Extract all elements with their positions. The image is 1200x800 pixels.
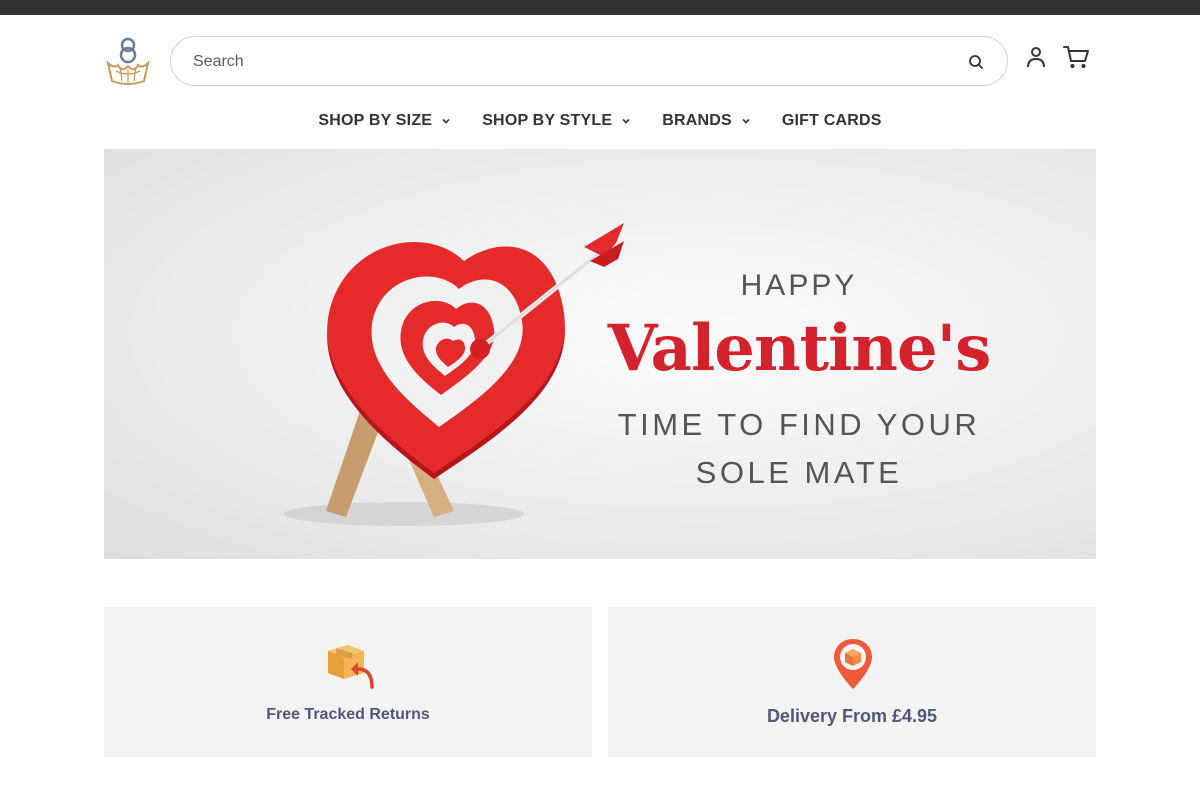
- account-icon[interactable]: [1024, 45, 1048, 69]
- site-header: [0, 15, 1200, 105]
- feature-delivery: Delivery From £4.95: [608, 607, 1096, 757]
- feature-label: Delivery From £4.95: [766, 706, 938, 726]
- search-icon[interactable]: [966, 52, 986, 72]
- hero-line-top: HAPPY: [740, 269, 858, 302]
- nav-shop-by-size[interactable]: SHOP BY SIZE: [318, 112, 452, 130]
- crown-logo[interactable]: [104, 33, 152, 87]
- returns-box-icon: [328, 645, 374, 689]
- top-announcement-bar: [0, 0, 1200, 15]
- feature-label: Free Tracked Returns: [266, 706, 430, 723]
- hero-banner[interactable]: HAPPY Valentine's TIME TO FIND YOUR SOLE…: [104, 149, 1096, 559]
- nav-shop-by-style[interactable]: SHOP BY STYLE: [482, 112, 632, 130]
- chevron-down-icon: [742, 118, 750, 124]
- nav-brands[interactable]: BRANDS: [662, 112, 752, 130]
- hero-headline: Valentine's: [607, 311, 992, 386]
- nav-gift-cards[interactable]: GIFT CARDS: [782, 112, 882, 130]
- cart-icon[interactable]: [1062, 44, 1090, 70]
- hero-line-1: TIME TO FIND YOUR: [617, 407, 981, 442]
- hero-line-2: SOLE MATE: [695, 455, 903, 490]
- search-bar: [170, 36, 1008, 86]
- main-navigation: SHOP BY SIZE SHOP BY STYLE BRANDS GIFT C…: [0, 105, 1200, 137]
- nav-label: GIFT CARDS: [781, 112, 882, 129]
- nav-label: BRANDS: [662, 112, 732, 129]
- nav-label: SHOP BY SIZE: [318, 112, 433, 129]
- search-input[interactable]: [193, 49, 933, 75]
- chevron-down-icon: [442, 118, 450, 124]
- chevron-down-icon: [622, 118, 630, 124]
- feature-free-returns: Free Tracked Returns: [104, 607, 592, 757]
- delivery-pin-icon: [834, 639, 872, 689]
- nav-label: SHOP BY STYLE: [482, 112, 613, 129]
